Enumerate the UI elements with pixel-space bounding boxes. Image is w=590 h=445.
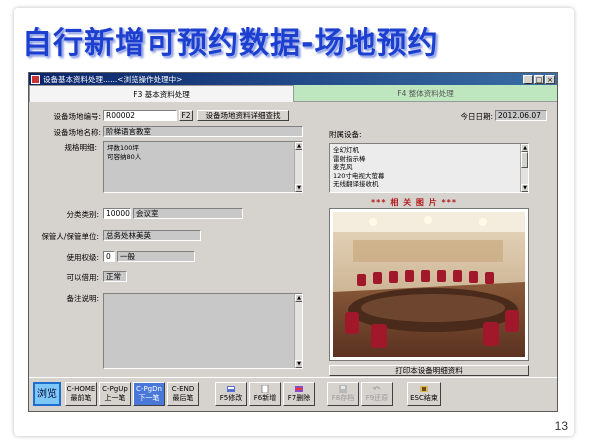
save-icon xyxy=(339,385,347,393)
print-detail-button[interactable]: 打印本设备明细资料 xyxy=(329,365,529,376)
bottom-toolbar: 浏览 C-HOME 最前笔 C-PgUp 上一笔 C-PgDn 下一笔 C-EN… xyxy=(29,377,557,411)
edit-button[interactable]: F5修改 xyxy=(215,382,247,406)
notes-scrollbar[interactable]: ▲ ▼ xyxy=(294,294,302,368)
first-record-label: 最前笔 xyxy=(70,394,92,402)
first-record-button[interactable]: C-HOME 最前笔 xyxy=(65,382,97,406)
equipment-label: 附属设备: xyxy=(329,130,362,139)
f2-lookup-button[interactable]: F2 xyxy=(179,110,193,121)
edit-label: F5修改 xyxy=(219,394,243,402)
add-label: F6新增 xyxy=(253,394,277,402)
last-record-shortcut: C-END xyxy=(171,385,195,393)
equipment-list[interactable]: 全幻灯机 雷射指示棒 麦克风 120寸电视大萤幕 无线翻译接收机 ▲ ▼ xyxy=(329,143,529,193)
spec-textarea[interactable]: 坪数100坪 可容纳80人 ▲ ▼ xyxy=(103,141,303,193)
maximize-button[interactable]: □ xyxy=(534,74,544,84)
spec-label: 规格明细: xyxy=(64,143,97,152)
equipment-item: 120寸电视大萤幕 xyxy=(333,171,385,180)
cancel-label: F9还原 xyxy=(365,394,389,402)
permission-code-input[interactable]: 0 xyxy=(103,251,115,262)
scroll-down-arrow-icon[interactable]: ▼ xyxy=(295,184,302,192)
save-label: F8存档 xyxy=(331,394,355,402)
spec-scrollbar[interactable]: ▲ ▼ xyxy=(294,142,302,192)
first-record-shortcut: C-HOME xyxy=(66,385,96,393)
last-record-label: 最后笔 xyxy=(172,394,194,402)
next-record-label: 下一笔 xyxy=(138,394,160,402)
app-icon xyxy=(31,74,40,84)
exit-icon xyxy=(420,386,428,392)
tab-strip: F3 基本资料处理 F4 整体资料处理 xyxy=(29,85,557,102)
permission-label: 使用权级: xyxy=(66,253,99,262)
exit-button[interactable]: ESC结束 xyxy=(407,382,441,406)
scroll-up-arrow-icon[interactable]: ▲ xyxy=(295,142,302,150)
last-record-button[interactable]: C-END 最后笔 xyxy=(167,382,199,406)
spec-line: 可容纳80人 xyxy=(107,152,142,161)
tab-overall-data[interactable]: F4 整体资料处理 xyxy=(294,85,557,102)
today-date-label: 今日日期: xyxy=(460,112,493,121)
notes-label: 备注说明: xyxy=(66,294,99,303)
venue-code-label: 设备场地编号: xyxy=(53,112,101,121)
equipment-item: 无线翻译接收机 xyxy=(333,180,379,188)
scroll-thumb[interactable] xyxy=(521,152,528,168)
tab-basic-data[interactable]: F3 基本资料处理 xyxy=(29,85,294,102)
venue-name-input[interactable]: 阶梯语言教室 xyxy=(103,126,303,137)
delete-label: F7删除 xyxy=(287,394,311,402)
category-code-input[interactable]: 10000 xyxy=(103,208,131,219)
custodian-label: 保管人/保管单位: xyxy=(41,232,99,241)
page-number: 13 xyxy=(554,419,568,433)
venue-detail-search-button[interactable]: 设备场地资料详细查找 xyxy=(197,110,289,121)
slide-title: 自行新增可预约数据-场地预约 xyxy=(22,26,439,61)
close-button[interactable]: × xyxy=(545,74,555,84)
previous-record-button[interactable]: C-PgUp 上一笔 xyxy=(99,382,131,406)
photo-heading: *** 相 关 图 片 *** xyxy=(371,198,458,207)
next-record-button[interactable]: C-PgDn 下一笔 xyxy=(133,382,165,406)
previous-record-label: 上一笔 xyxy=(104,394,126,402)
conference-room-image xyxy=(333,212,525,357)
borrowable-label: 可以借用: xyxy=(66,273,99,282)
notes-textarea[interactable]: ▲ ▼ xyxy=(103,293,303,369)
scroll-down-arrow-icon[interactable]: ▼ xyxy=(521,184,528,192)
borrowable-value[interactable]: 正常 xyxy=(103,271,127,282)
minimize-button[interactable]: _ xyxy=(523,74,533,84)
exit-label: ESC结束 xyxy=(410,394,438,402)
venue-name-label: 设备场地名称: xyxy=(53,128,101,137)
category-label: 分类类别: xyxy=(66,210,99,219)
scroll-up-arrow-icon[interactable]: ▲ xyxy=(295,294,302,302)
venue-code-input[interactable]: R00002 xyxy=(103,110,177,121)
next-record-shortcut: C-PgDn xyxy=(136,385,162,393)
equipment-scrollbar[interactable]: ▲ ▼ xyxy=(520,144,528,192)
cancel-icon xyxy=(372,386,381,390)
delete-button[interactable]: F7删除 xyxy=(283,382,315,406)
add-button[interactable]: F6新增 xyxy=(249,382,281,406)
spec-line: 坪数100坪 xyxy=(107,144,139,152)
add-icon xyxy=(261,385,269,393)
today-date-value: 2012.06.07 xyxy=(495,110,547,121)
previous-record-shortcut: C-PgUp xyxy=(102,385,128,393)
category-name-value: 会议室 xyxy=(133,208,243,219)
equipment-item: 麦克风 xyxy=(333,163,353,171)
custodian-value[interactable]: 总务处林美英 xyxy=(103,230,201,241)
scroll-up-arrow-icon[interactable]: ▲ xyxy=(521,144,528,152)
equipment-item: 雷射指示棒 xyxy=(333,154,366,163)
permission-name-value: 一般 xyxy=(117,251,195,262)
cancel-button[interactable]: F9还原 xyxy=(361,382,393,406)
browse-mode-button[interactable]: 浏览 xyxy=(33,382,61,406)
scroll-down-arrow-icon[interactable]: ▼ xyxy=(295,360,302,368)
equipment-item: 全幻灯机 xyxy=(333,146,359,154)
venue-photo xyxy=(329,208,529,361)
save-button[interactable]: F8存档 xyxy=(327,382,359,406)
window-title: 设备基本资料处理......<浏览操作处理中> xyxy=(43,74,183,84)
delete-icon xyxy=(295,386,303,392)
edit-icon xyxy=(227,386,235,392)
title-bar: 设备基本资料处理......<浏览操作处理中> _ □ × xyxy=(29,73,557,85)
app-window: 设备基本资料处理......<浏览操作处理中> _ □ × F3 基本资料处理 … xyxy=(28,72,558,412)
